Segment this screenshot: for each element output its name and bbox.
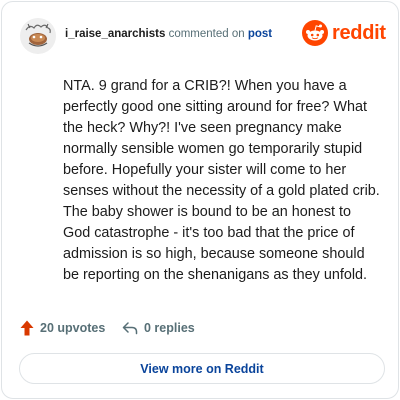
- upvote-button[interactable]: 20 upvotes: [20, 318, 105, 338]
- username-link[interactable]: i_raise_anarchists: [65, 28, 165, 40]
- post-link[interactable]: post: [248, 28, 272, 40]
- view-more-button[interactable]: View more on Reddit: [19, 353, 385, 384]
- byline-action: commented on: [168, 28, 245, 40]
- reddit-logo[interactable]: reddit: [302, 20, 386, 50]
- upvote-count: 20 upvotes: [40, 321, 106, 335]
- upvote-arrow-icon: [20, 320, 34, 336]
- reply-count: 0 replies: [144, 321, 195, 335]
- comment-header: i_raise_anarchists commented on post red…: [20, 18, 386, 54]
- replies-button[interactable]: 0 replies: [122, 318, 195, 338]
- comment-body: NTA. 9 grand for a CRIB?! When you have …: [63, 78, 380, 283]
- reply-arrow-icon: [122, 322, 138, 335]
- user-avatar-icon: [20, 18, 56, 54]
- reddit-wordmark: reddit: [332, 22, 386, 44]
- byline: i_raise_anarchists commented on post: [65, 28, 272, 40]
- embed-card: i_raise_anarchists commented on post red…: [1, 1, 399, 399]
- avatar[interactable]: [20, 18, 56, 54]
- reddit-snoo-icon: [302, 20, 328, 46]
